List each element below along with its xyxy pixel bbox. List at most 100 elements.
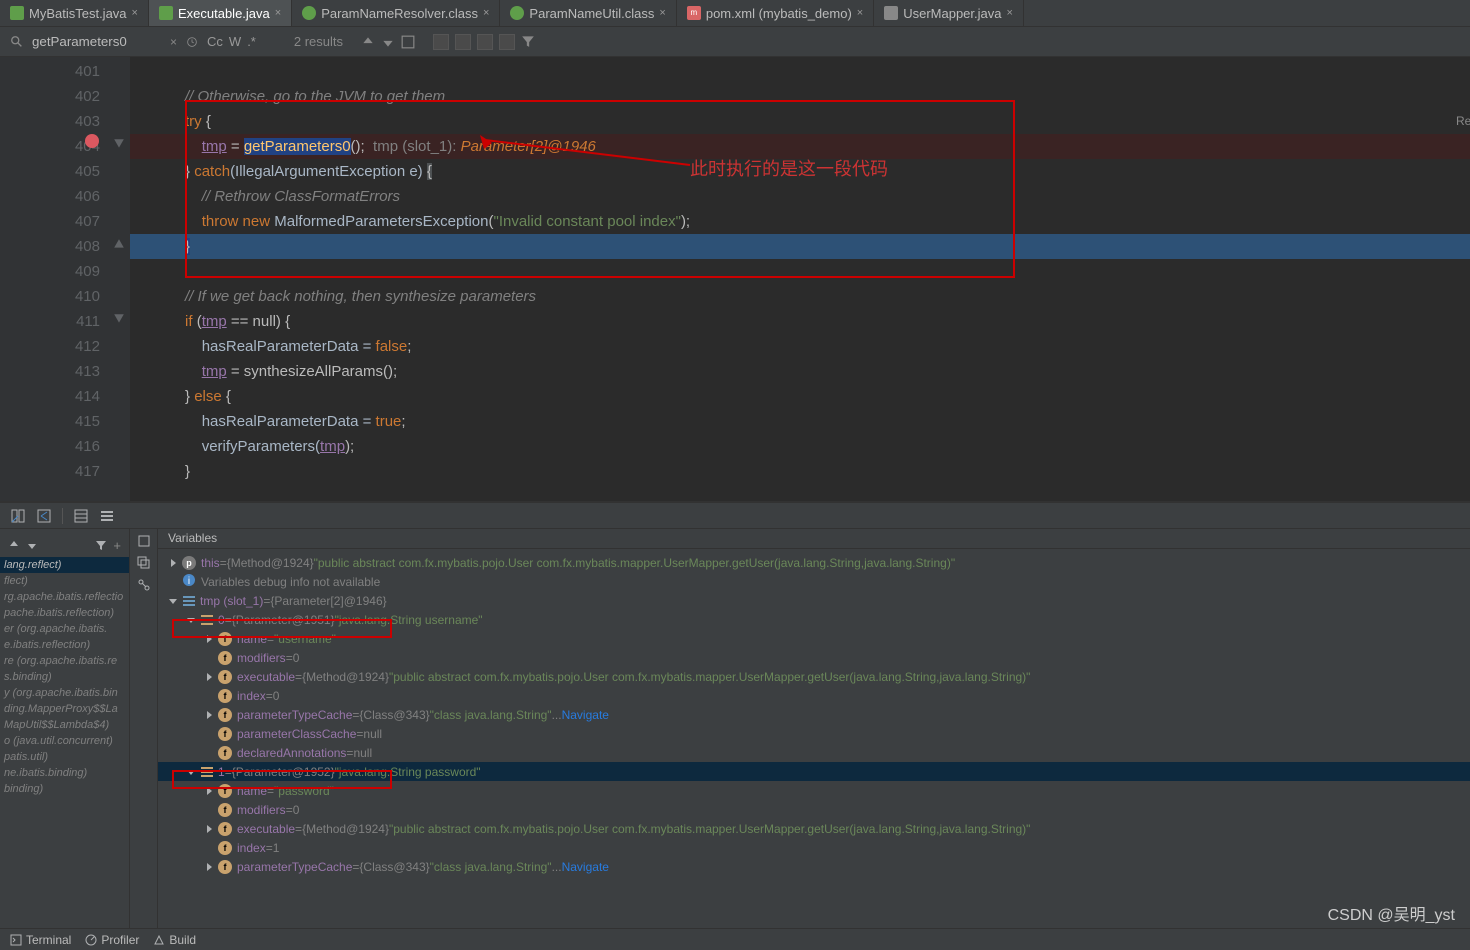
expand-arrow-icon[interactable] bbox=[168, 576, 180, 588]
variable-row[interactable]: findex = 0 bbox=[158, 686, 1470, 705]
frame-item[interactable]: rg.apache.ibatis.reflectio bbox=[0, 589, 129, 605]
expand-arrow-icon[interactable] bbox=[168, 557, 180, 569]
settings-icon[interactable] bbox=[99, 508, 115, 524]
tab-executable[interactable]: Executable.java× bbox=[149, 0, 292, 26]
clear-search-icon[interactable]: × bbox=[170, 35, 177, 49]
fold-marker-icon[interactable] bbox=[113, 137, 125, 147]
frame-item[interactable]: re (org.apache.ibatis.re bbox=[0, 653, 129, 669]
expand-arrow-icon[interactable] bbox=[204, 823, 216, 835]
variable-row[interactable]: tmp (slot_1) = {Parameter[2]@1946} bbox=[158, 591, 1470, 610]
frame-item[interactable]: y (org.apache.ibatis.bin bbox=[0, 685, 129, 701]
expand-arrow-icon[interactable] bbox=[204, 842, 216, 854]
frame-item[interactable]: o (java.util.concurrent) bbox=[0, 733, 129, 749]
variable-row[interactable]: fmodifiers = 0 bbox=[158, 648, 1470, 667]
code-line: } else { bbox=[130, 384, 1470, 409]
layout-icon[interactable] bbox=[10, 508, 26, 524]
prev-match-icon[interactable] bbox=[361, 35, 375, 49]
expand-arrow-icon[interactable] bbox=[204, 652, 216, 664]
terminal-tab[interactable]: Terminal bbox=[10, 933, 71, 947]
expand-arrow-icon[interactable] bbox=[168, 595, 180, 607]
find-btn-1[interactable] bbox=[433, 34, 449, 50]
code-line: tmp = synthesizeAllParams(); bbox=[130, 359, 1470, 384]
variable-row[interactable]: fexecutable = {Method@1924} "public abst… bbox=[158, 819, 1470, 838]
variable-row[interactable]: findex = 1 bbox=[158, 838, 1470, 857]
fold-marker-icon[interactable] bbox=[113, 312, 125, 322]
expand-arrow-icon[interactable] bbox=[204, 728, 216, 740]
variable-row[interactable]: fparameterTypeCache = {Class@343} "class… bbox=[158, 705, 1470, 724]
field-icon: f bbox=[218, 689, 232, 703]
tab-usermapper[interactable]: UserMapper.java× bbox=[874, 0, 1024, 26]
expand-arrow-icon[interactable] bbox=[204, 690, 216, 702]
find-btn-3[interactable] bbox=[477, 34, 493, 50]
variable-row[interactable]: fmodifiers = 0 bbox=[158, 800, 1470, 819]
breakpoint-icon[interactable] bbox=[85, 134, 99, 148]
navigate-link[interactable]: Navigate bbox=[562, 860, 609, 874]
find-options: Cc W .* bbox=[207, 34, 256, 49]
tab-paramnameutil[interactable]: ParamNameUtil.class× bbox=[500, 0, 676, 26]
frames-column: + lang.reflect)flect)rg.apache.ibatis.re… bbox=[0, 529, 130, 950]
close-icon[interactable]: × bbox=[857, 7, 863, 19]
code-editor[interactable]: 401 402 403 404 405 406 407 408 409 410 … bbox=[0, 57, 1470, 501]
regex-toggle[interactable]: .* bbox=[247, 34, 256, 49]
profiler-tab[interactable]: Profiler bbox=[85, 933, 139, 947]
close-icon[interactable]: × bbox=[1007, 7, 1013, 19]
close-icon[interactable]: × bbox=[132, 7, 138, 19]
expand-arrow-icon[interactable] bbox=[204, 804, 216, 816]
find-btn-2[interactable] bbox=[455, 34, 471, 50]
tab-mybatistest[interactable]: MyBatisTest.java× bbox=[0, 0, 149, 26]
down-arrow-icon[interactable] bbox=[26, 539, 38, 551]
tab-pom[interactable]: mpom.xml (mybatis_demo)× bbox=[677, 0, 874, 26]
variables-tree[interactable]: pthis = {Method@1924} "public abstract c… bbox=[158, 549, 1470, 950]
code-area[interactable]: // Otherwise, go to the JVM to get them … bbox=[130, 57, 1470, 501]
frame-item[interactable]: ding.MapperProxy$$La bbox=[0, 701, 129, 717]
find-btn-4[interactable] bbox=[499, 34, 515, 50]
frame-item[interactable]: ne.ibatis.binding) bbox=[0, 765, 129, 781]
frame-item[interactable]: s.binding) bbox=[0, 669, 129, 685]
variable-row[interactable]: fexecutable = {Method@1924} "public abst… bbox=[158, 667, 1470, 686]
variable-row[interactable]: iVariables debug info not available bbox=[158, 572, 1470, 591]
code-line: } bbox=[130, 459, 1470, 484]
fold-marker-icon[interactable] bbox=[113, 237, 125, 247]
copy-icon[interactable] bbox=[136, 555, 152, 571]
filter-icon[interactable] bbox=[95, 539, 107, 551]
find-input[interactable] bbox=[32, 34, 162, 49]
build-tab[interactable]: Build bbox=[153, 933, 196, 947]
frame-item[interactable]: binding) bbox=[0, 781, 129, 797]
expand-arrow-icon[interactable] bbox=[204, 709, 216, 721]
next-match-icon[interactable] bbox=[381, 35, 395, 49]
history-icon[interactable] bbox=[185, 35, 199, 49]
variable-row[interactable]: fparameterTypeCache = {Class@343} "class… bbox=[158, 857, 1470, 876]
frame-item[interactable]: patis.util) bbox=[0, 749, 129, 765]
frame-item[interactable]: pache.ibatis.reflection) bbox=[0, 605, 129, 621]
variable-row[interactable]: pthis = {Method@1924} "public abstract c… bbox=[158, 553, 1470, 572]
expand-arrow-icon[interactable] bbox=[204, 861, 216, 873]
close-icon[interactable]: × bbox=[275, 7, 281, 19]
navigate-link[interactable]: Navigate bbox=[562, 708, 609, 722]
tab-paramnameresolver[interactable]: ParamNameResolver.class× bbox=[292, 0, 500, 26]
select-all-icon[interactable] bbox=[401, 35, 415, 49]
match-case-toggle[interactable]: Cc bbox=[207, 34, 223, 49]
restore-icon[interactable] bbox=[36, 508, 52, 524]
variable-row[interactable]: fdeclaredAnnotations = null bbox=[158, 743, 1470, 762]
close-icon[interactable]: × bbox=[659, 7, 665, 19]
watermark: CSDN @吴明_yst bbox=[1328, 901, 1455, 925]
table-view-icon[interactable] bbox=[73, 508, 89, 524]
link-icon[interactable] bbox=[136, 577, 152, 593]
annotation-arrow-icon bbox=[480, 135, 700, 170]
class-file-icon bbox=[510, 6, 524, 20]
threads-icon[interactable] bbox=[136, 533, 152, 549]
expand-arrow-icon[interactable] bbox=[204, 747, 216, 759]
frame-item[interactable]: e.ibatis.reflection) bbox=[0, 637, 129, 653]
up-arrow-icon[interactable] bbox=[8, 539, 20, 551]
close-icon[interactable]: × bbox=[483, 7, 489, 19]
frame-item[interactable]: MapUtil$$Lambda$4) bbox=[0, 717, 129, 733]
frame-item[interactable]: er (org.apache.ibatis. bbox=[0, 621, 129, 637]
bottom-bar: Terminal Profiler Build bbox=[0, 928, 1470, 950]
frame-item[interactable]: lang.reflect) bbox=[0, 557, 129, 573]
words-toggle[interactable]: W bbox=[229, 34, 241, 49]
frame-item[interactable]: flect) bbox=[0, 573, 129, 589]
filter-icon[interactable] bbox=[521, 34, 535, 48]
code-line: // If we get back nothing, then synthesi… bbox=[130, 284, 1470, 309]
variable-row[interactable]: fparameterClassCache = null bbox=[158, 724, 1470, 743]
expand-arrow-icon[interactable] bbox=[204, 671, 216, 683]
